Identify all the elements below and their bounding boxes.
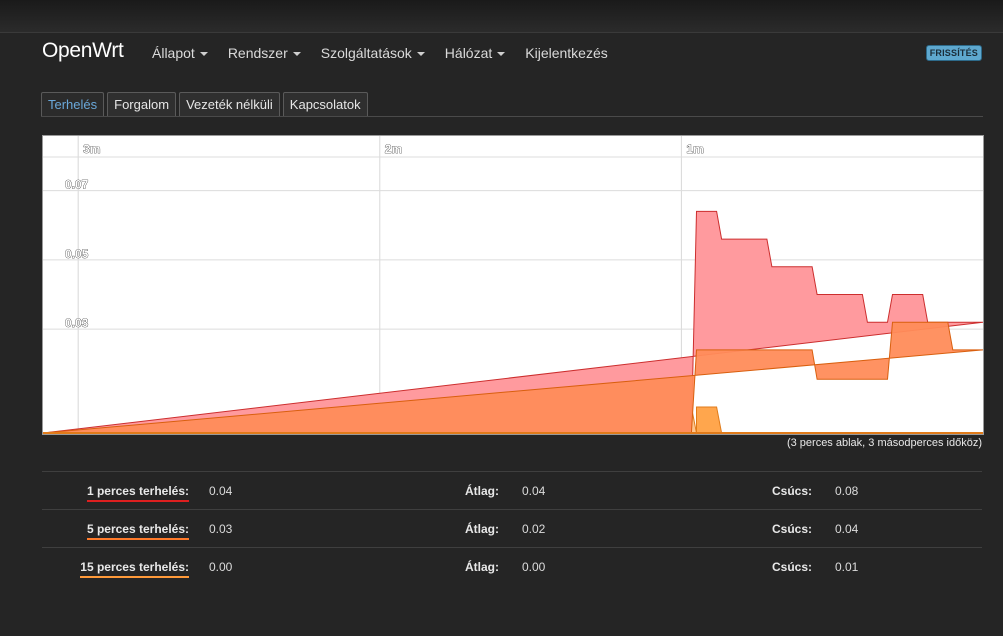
load-chart: 3m 2m 1m 0.07 0.05 0.03 bbox=[42, 135, 984, 435]
tab-wireless[interactable]: Vezeték nélküli bbox=[179, 92, 280, 117]
refresh-button[interactable]: FRISSÍTÉS bbox=[925, 45, 982, 61]
menu-system-label: Rendszer bbox=[227, 45, 288, 61]
avg-label: Átlag: bbox=[465, 522, 499, 536]
menu-network[interactable]: Hálózat bbox=[444, 45, 506, 61]
menu-services[interactable]: Szolgáltatások bbox=[321, 45, 425, 61]
chevron-down-icon bbox=[292, 52, 301, 56]
menu-logout-label: Kijelentkezés bbox=[525, 45, 608, 61]
tab-connections[interactable]: Kapcsolatok bbox=[282, 92, 368, 117]
stat-value-1min: 0.04 bbox=[209, 484, 233, 498]
menu-network-label: Hálózat bbox=[444, 45, 493, 61]
tab-bar: Terhelés Forgalom Vezeték nélküli Kapcso… bbox=[41, 92, 371, 117]
avg-value-1min: 0.04 bbox=[522, 484, 546, 498]
menu-status-label: Állapot bbox=[152, 45, 195, 61]
menu-status[interactable]: Állapot bbox=[152, 45, 208, 61]
peak-label: Csúcs: bbox=[772, 560, 813, 574]
stat-label-15min: 15 perces terhelés: bbox=[80, 560, 189, 578]
tab-load[interactable]: Terhelés bbox=[41, 92, 105, 117]
load-chart-svg: 3m 2m 1m 0.07 0.05 0.03 bbox=[43, 136, 983, 434]
x-tick-label: 3m bbox=[83, 142, 100, 156]
stat-label-1min: 1 perces terhelés: bbox=[86, 484, 189, 502]
brand-logo[interactable]: OpenWrt bbox=[42, 39, 124, 63]
stat-row-5min: 5 perces terhelés: 0.03 Átlag: 0.02 Csúc… bbox=[42, 509, 982, 547]
menu-services-label: Szolgáltatások bbox=[320, 45, 412, 61]
browser-top-strip bbox=[0, 0, 1003, 33]
peak-value-15min: 0.01 bbox=[835, 560, 859, 574]
menu-system[interactable]: Rendszer bbox=[228, 45, 301, 61]
avg-value-15min: 0.00 bbox=[522, 560, 546, 574]
load-stats-table: 1 perces terhelés: 0.04 Átlag: 0.04 Csúc… bbox=[42, 471, 982, 585]
main-menu: Állapot Rendszer Szolgáltatások Hálózat … bbox=[152, 45, 628, 61]
series-area-peak bbox=[696, 406, 723, 434]
x-tick-label: 2m bbox=[385, 142, 402, 156]
y-tick-label: 0.03 bbox=[65, 316, 89, 330]
stat-value-5min: 0.03 bbox=[209, 522, 233, 536]
chevron-down-icon bbox=[497, 52, 506, 56]
navbar: OpenWrt Állapot Rendszer Szolgáltatások … bbox=[0, 33, 1003, 73]
avg-value-5min: 0.02 bbox=[522, 522, 546, 536]
stat-label-5min: 5 perces terhelés: bbox=[86, 522, 189, 540]
tab-divider bbox=[41, 116, 983, 117]
chevron-down-icon bbox=[199, 52, 208, 56]
peak-label: Csúcs: bbox=[772, 484, 813, 498]
y-tick-label: 0.07 bbox=[65, 178, 89, 192]
stat-value-15min: 0.00 bbox=[209, 560, 233, 574]
chevron-down-icon bbox=[416, 52, 425, 56]
avg-label: Átlag: bbox=[465, 560, 499, 574]
peak-value-1min: 0.08 bbox=[835, 484, 859, 498]
tab-traffic[interactable]: Forgalom bbox=[107, 92, 177, 117]
menu-logout[interactable]: Kijelentkezés bbox=[525, 45, 608, 61]
x-tick-label: 1m bbox=[686, 142, 703, 156]
stat-row-15min: 15 perces terhelés: 0.00 Átlag: 0.00 Csú… bbox=[42, 547, 982, 585]
y-tick-label: 0.05 bbox=[65, 247, 89, 261]
stat-row-1min: 1 perces terhelés: 0.04 Átlag: 0.04 Csúc… bbox=[42, 471, 982, 509]
avg-label: Átlag: bbox=[465, 484, 499, 498]
chart-window-note: (3 perces ablak, 3 másodperces időköz) bbox=[786, 437, 982, 449]
peak-value-5min: 0.04 bbox=[835, 522, 859, 536]
peak-label: Csúcs: bbox=[772, 522, 813, 536]
